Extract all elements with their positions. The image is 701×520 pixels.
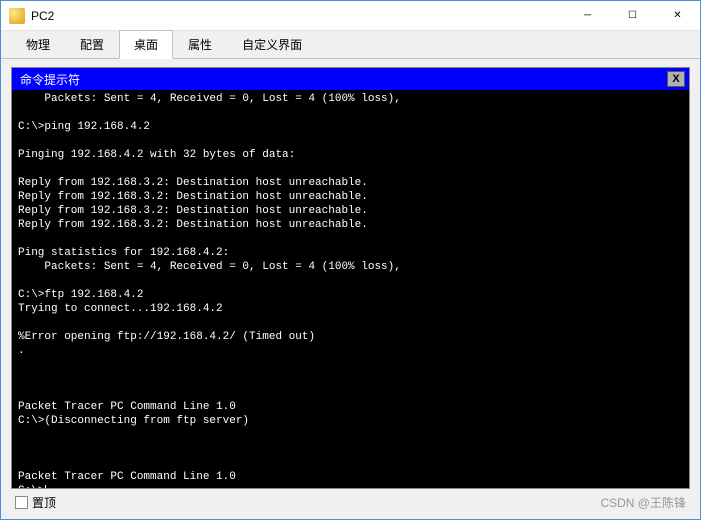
- titlebar[interactable]: PC2 ─ ☐ ✕: [1, 1, 700, 31]
- tab-0[interactable]: 物理: [11, 30, 65, 58]
- tab-bar: 物理配置桌面属性自定义界面: [1, 31, 700, 59]
- always-on-top-checkbox[interactable]: 置顶: [15, 494, 56, 511]
- terminal-cursor: [45, 485, 46, 488]
- tab-2[interactable]: 桌面: [119, 30, 173, 59]
- command-prompt-panel: 命令提示符 X Packets: Sent = 4, Received = 0,…: [11, 67, 690, 489]
- command-prompt-close-button[interactable]: X: [667, 71, 685, 87]
- checkbox-label: 置顶: [32, 494, 56, 511]
- tab-3[interactable]: 属性: [173, 30, 227, 58]
- app-icon: [9, 8, 25, 24]
- window-title: PC2: [31, 9, 54, 23]
- terminal-output[interactable]: Packets: Sent = 4, Received = 0, Lost = …: [12, 90, 689, 488]
- minimize-button[interactable]: ─: [565, 1, 610, 31]
- watermark: CSDN @王陈锋: [600, 494, 686, 511]
- tab-1[interactable]: 配置: [65, 30, 119, 58]
- app-window: PC2 ─ ☐ ✕ 物理配置桌面属性自定义界面 命令提示符 X Packets:…: [0, 0, 701, 520]
- command-prompt-title: 命令提示符: [20, 71, 667, 88]
- bottom-bar: 置顶 CSDN @王陈锋: [11, 489, 690, 513]
- command-prompt-titlebar[interactable]: 命令提示符 X: [12, 68, 689, 90]
- checkbox-icon[interactable]: [15, 496, 28, 509]
- close-button[interactable]: ✕: [655, 1, 700, 31]
- tab-4[interactable]: 自定义界面: [227, 30, 317, 58]
- maximize-button[interactable]: ☐: [610, 1, 655, 31]
- content-area: 命令提示符 X Packets: Sent = 4, Received = 0,…: [1, 59, 700, 519]
